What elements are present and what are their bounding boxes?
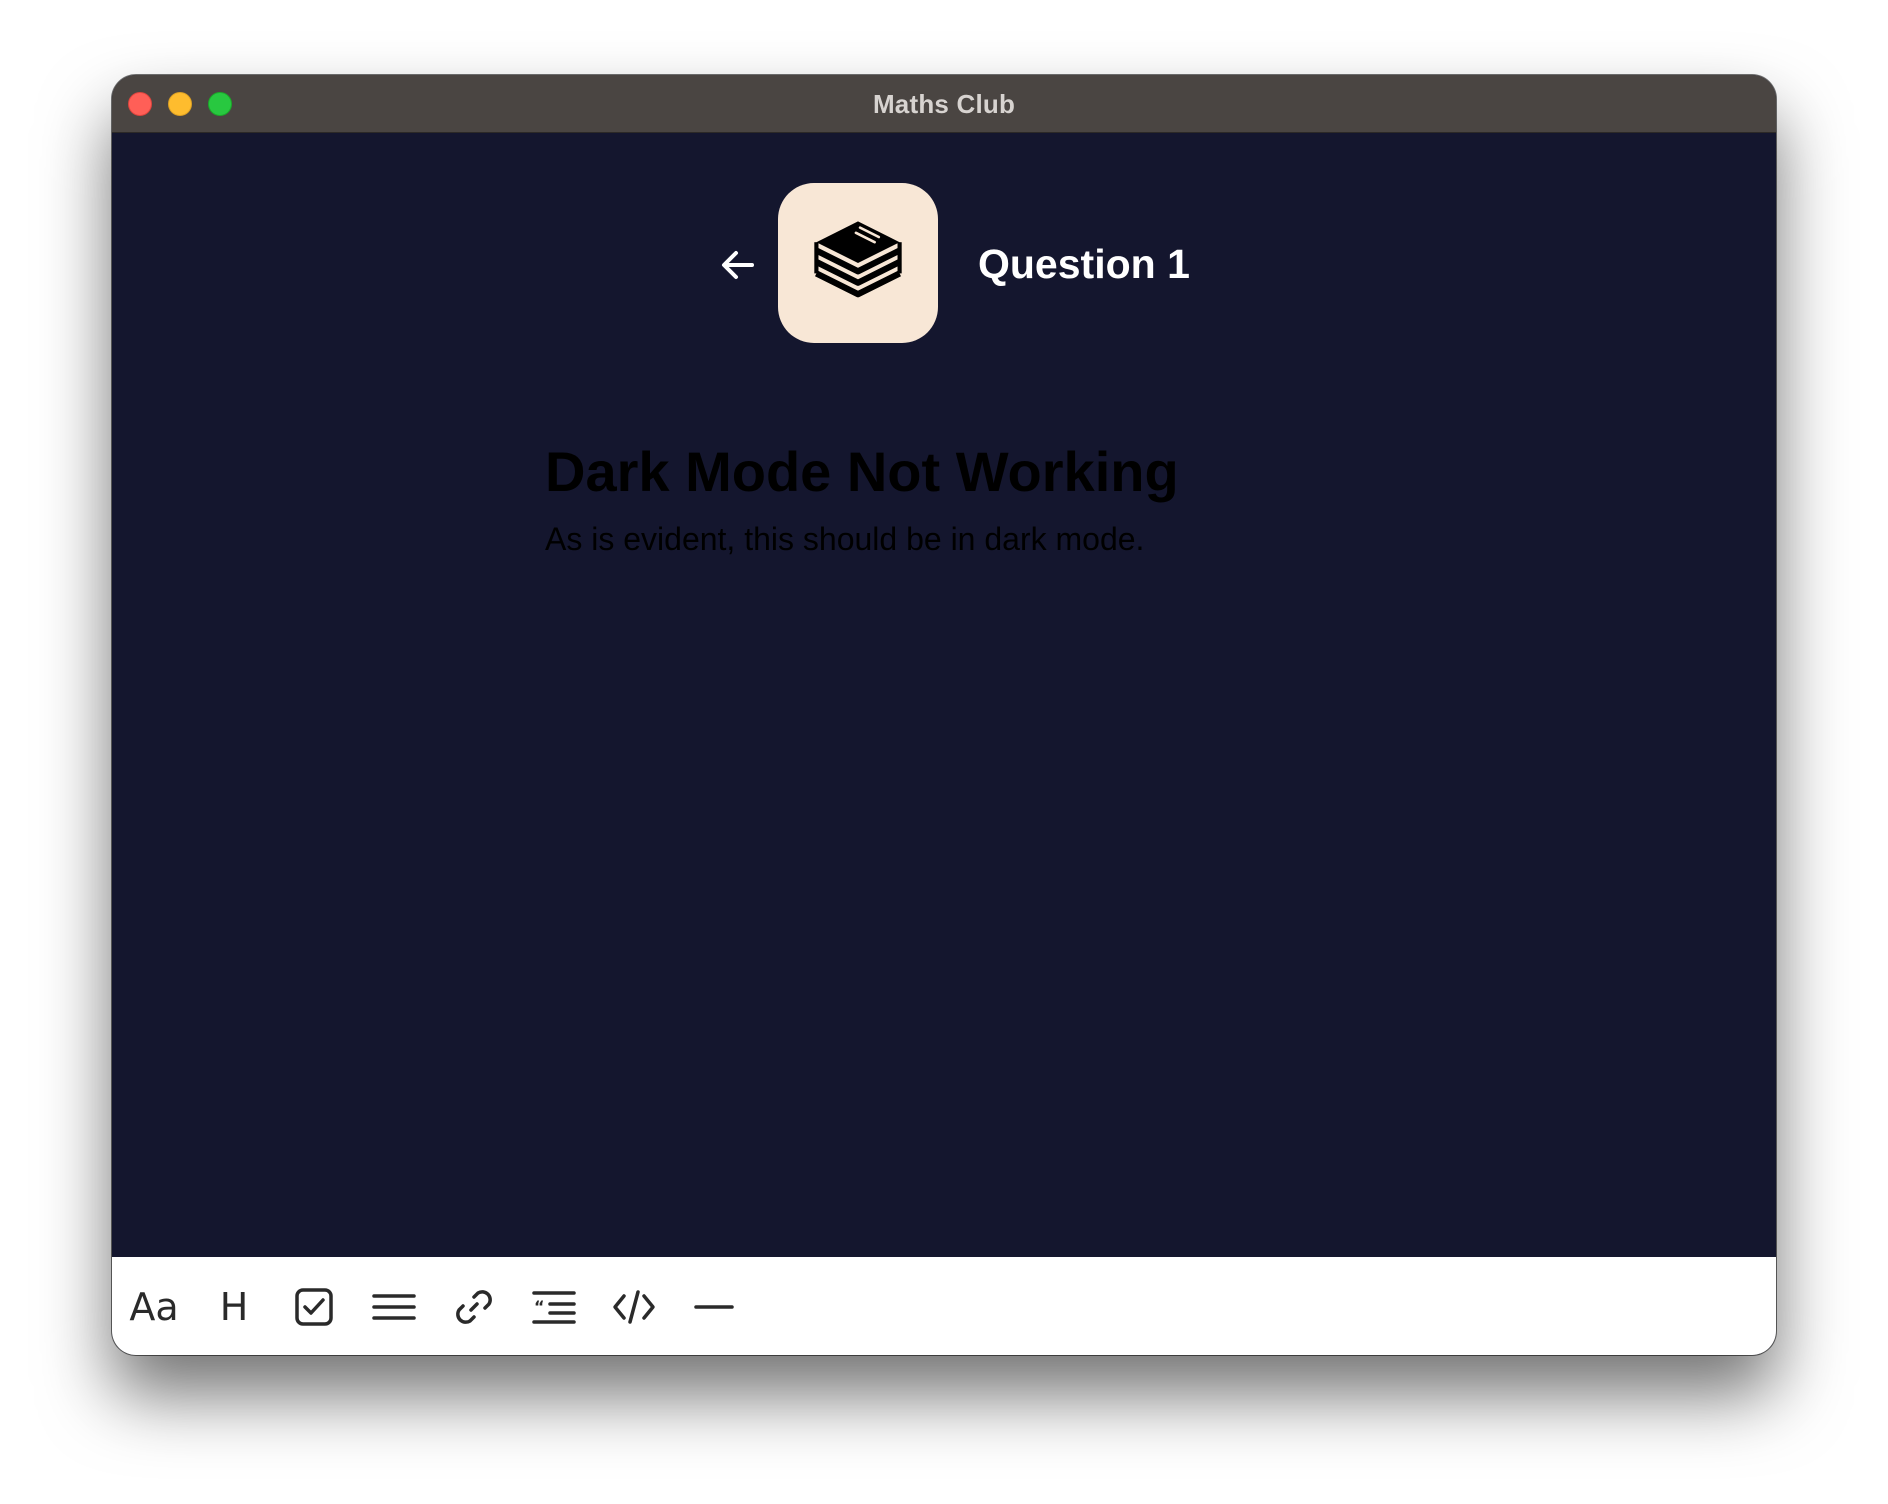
arrow-left-icon — [722, 251, 754, 279]
document-paragraph[interactable]: As is evident, this should be in dark mo… — [545, 519, 1144, 559]
formatting-toolbar: Aa H “ — [112, 1257, 1776, 1355]
text-style-button[interactable]: Aa — [126, 1279, 182, 1335]
app-window: Maths Club Question 1 Dark Mode Not Work… — [112, 75, 1776, 1355]
title-bar: Maths Club — [112, 75, 1776, 133]
screenshot-stage: Maths Club Question 1 Dark Mode Not Work… — [0, 0, 1888, 1504]
horizontal-rule-button[interactable] — [686, 1279, 742, 1335]
text-style-icon: Aa — [129, 1285, 179, 1329]
checkbox-icon — [295, 1288, 333, 1326]
back-button[interactable] — [716, 243, 760, 287]
heading-icon: H — [219, 1285, 249, 1329]
svg-text:“: “ — [534, 1297, 545, 1316]
code-button[interactable] — [606, 1279, 662, 1335]
stacked-books-icon — [814, 221, 902, 298]
editor-content: Question 1 Dark Mode Not Working As is e… — [112, 133, 1776, 1257]
window-title: Maths Club — [872, 89, 1016, 119]
page-title: Question 1 — [978, 241, 1190, 287]
list-button[interactable] — [366, 1279, 422, 1335]
app-icon — [778, 183, 938, 343]
code-icon — [613, 1290, 655, 1324]
horizontal-rule-icon — [694, 1305, 734, 1309]
blockquote-button[interactable]: “ — [526, 1279, 582, 1335]
checkbox-button[interactable] — [286, 1279, 342, 1335]
blockquote-icon: “ — [532, 1291, 576, 1324]
document-heading[interactable]: Dark Mode Not Working — [545, 439, 1179, 505]
list-icon — [372, 1294, 416, 1320]
link-icon — [456, 1290, 492, 1324]
link-button[interactable] — [446, 1279, 502, 1335]
heading-button[interactable]: H — [206, 1279, 262, 1335]
